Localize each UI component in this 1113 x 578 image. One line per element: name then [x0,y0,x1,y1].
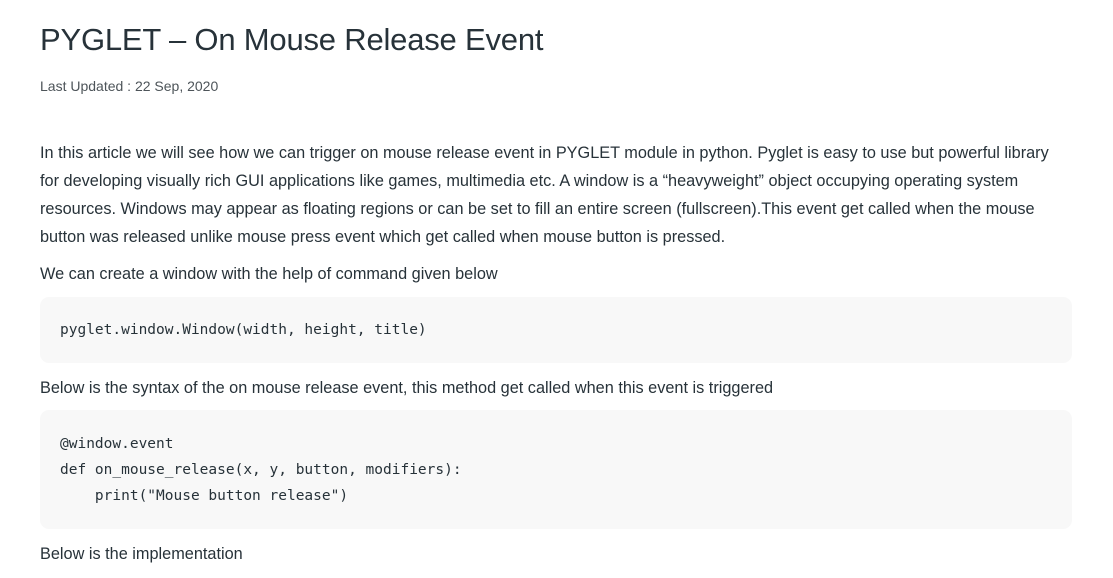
code-line: @window.event [60,436,174,452]
create-window-paragraph: We can create a window with the help of … [40,265,498,283]
code-line: pyglet.window.Window(width, height, titl… [60,322,427,338]
code-block-syntax[interactable]: @window.event def on_mouse_release(x, y,… [40,410,1072,529]
code-block-window[interactable]: pyglet.window.Window(width, height, titl… [40,297,1072,363]
implementation-paragraph: Below is the implementation [40,545,243,563]
page-title: PYGLET – On Mouse Release Event [40,22,544,57]
last-updated: Last Updated : 22 Sep, 2020 [40,78,219,94]
intro-paragraph: In this article we will see how we can t… [40,144,1049,246]
syntax-paragraph: Below is the syntax of the on mouse rele… [40,379,774,397]
code-line: print("Mouse button release") [60,488,349,504]
code-line: def on_mouse_release(x, y, button, modif… [60,462,462,478]
